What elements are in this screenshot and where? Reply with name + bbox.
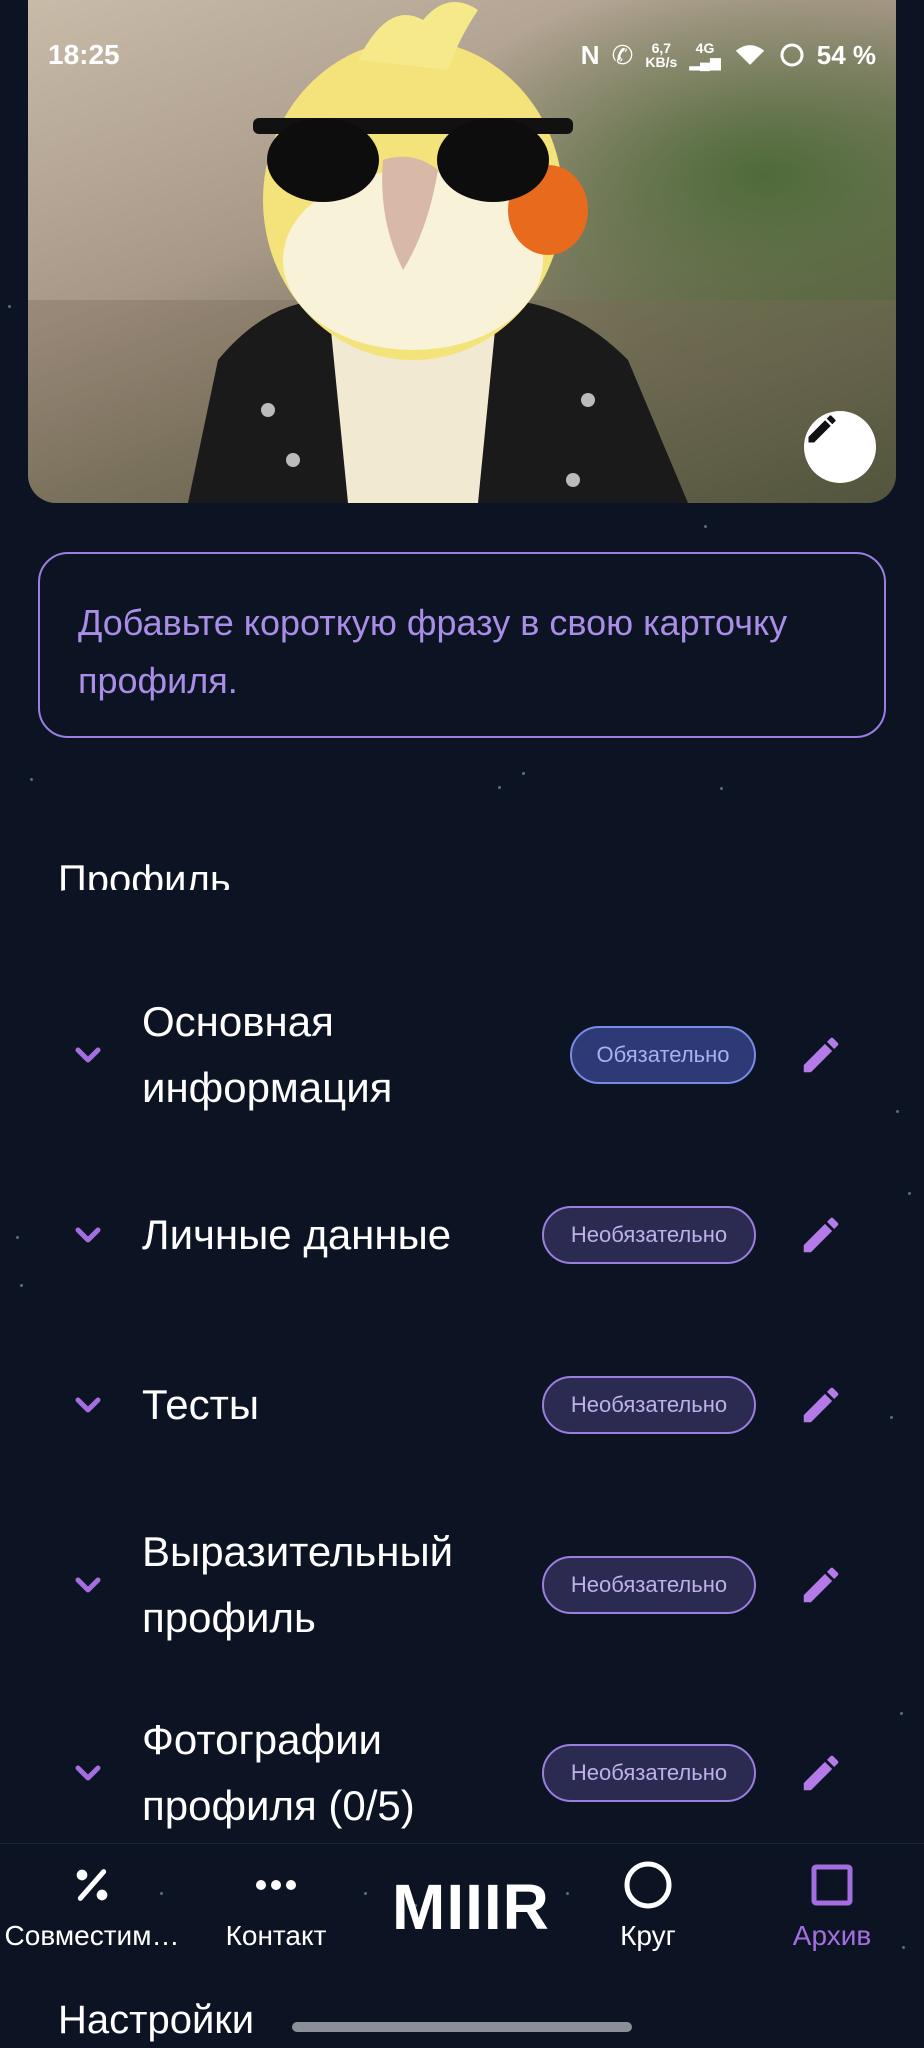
section-row-basic-info[interactable]: Основная информация Обязательно	[38, 980, 888, 1130]
pencil-icon[interactable]	[798, 1562, 844, 1608]
chevron-down-icon[interactable]	[68, 1385, 108, 1425]
signal-icon: 4G ▂▄▆	[689, 40, 721, 70]
section-label: Основная информация	[142, 998, 393, 1111]
optional-badge: Необязательно	[542, 1556, 756, 1614]
nav-item-circle[interactable]: Круг	[584, 1850, 712, 1952]
status-time: 18:25	[48, 39, 120, 70]
section-label: Выразительный профиль	[142, 1528, 454, 1641]
nav-label: Совместим…	[4, 1920, 180, 1951]
pencil-icon[interactable]	[798, 1032, 844, 1078]
nav-label: Круг	[620, 1920, 676, 1951]
square-icon	[770, 1850, 894, 1920]
nav-item-contact[interactable]: Контакт	[196, 1850, 356, 1952]
section-label: Тесты	[142, 1381, 260, 1428]
status-icons: N ✆ 6,7 KB/s 4G ▂▄▆ 54 %	[581, 40, 876, 71]
section-row-personal-data[interactable]: Личные данные Необязательно	[38, 1160, 888, 1310]
network-speed: 6,7 KB/s	[645, 41, 677, 69]
call-icon: ✆	[611, 39, 634, 70]
optional-badge: Необязательно	[542, 1744, 756, 1802]
nav-item-archive[interactable]: Архив	[770, 1850, 894, 1952]
add-phrase-text: Добавьте короткую фразу в свою карточку …	[78, 602, 788, 701]
chevron-down-icon[interactable]	[68, 1215, 108, 1255]
circle-icon	[584, 1850, 712, 1920]
nfc-icon: N	[580, 39, 600, 70]
optional-badge: Необязательно	[542, 1376, 756, 1434]
network-speed-unit: KB/s	[645, 54, 678, 70]
add-phrase-prompt[interactable]: Добавьте короткую фразу в свою карточку …	[38, 552, 886, 738]
profile-sections-card: Основная информация Обязательно Личные д…	[38, 890, 888, 1880]
pencil-icon[interactable]	[798, 1212, 844, 1258]
battery-level: 54 %	[816, 39, 876, 70]
nav-label: Архив	[792, 1920, 872, 1951]
status-bar: 18:25 N ✆ 6,7 KB/s 4G ▂▄▆ 54 %	[0, 0, 924, 110]
section-row-expressive-profile[interactable]: Выразительный профиль Необязательно	[38, 1510, 888, 1660]
section-label: Личные данные	[142, 1211, 452, 1258]
settings-title: Настройки	[58, 1998, 255, 2042]
nav-item-compatibility[interactable]: Совместим…	[0, 1850, 184, 1952]
section-label: Фотографии профиля (0/5)	[142, 1716, 415, 1829]
pencil-icon[interactable]	[798, 1382, 844, 1428]
nav-divider	[0, 1843, 924, 1844]
wifi-icon	[735, 45, 764, 65]
more-dots-icon	[196, 1850, 356, 1920]
home-indicator[interactable]	[292, 2022, 632, 2032]
app-logo[interactable]: MIIIR	[392, 1870, 550, 1944]
pencil-icon	[808, 415, 836, 443]
nav-label: Контакт	[225, 1920, 327, 1951]
optional-badge: Необязательно	[542, 1206, 756, 1264]
chevron-down-icon[interactable]	[68, 1753, 108, 1793]
edit-photo-button[interactable]	[804, 411, 876, 483]
section-row-tests[interactable]: Тесты Необязательно	[38, 1330, 888, 1480]
network-type: 4G	[695, 40, 715, 56]
chevron-down-icon[interactable]	[68, 1035, 108, 1075]
section-row-profile-photos[interactable]: Фотографии профиля (0/5) Необязательно	[38, 1698, 888, 1848]
required-badge: Обязательно	[570, 1026, 756, 1084]
battery-icon	[780, 43, 804, 67]
percent-icon	[0, 1850, 184, 1920]
pencil-icon[interactable]	[798, 1750, 844, 1796]
chevron-down-icon[interactable]	[68, 1565, 108, 1605]
